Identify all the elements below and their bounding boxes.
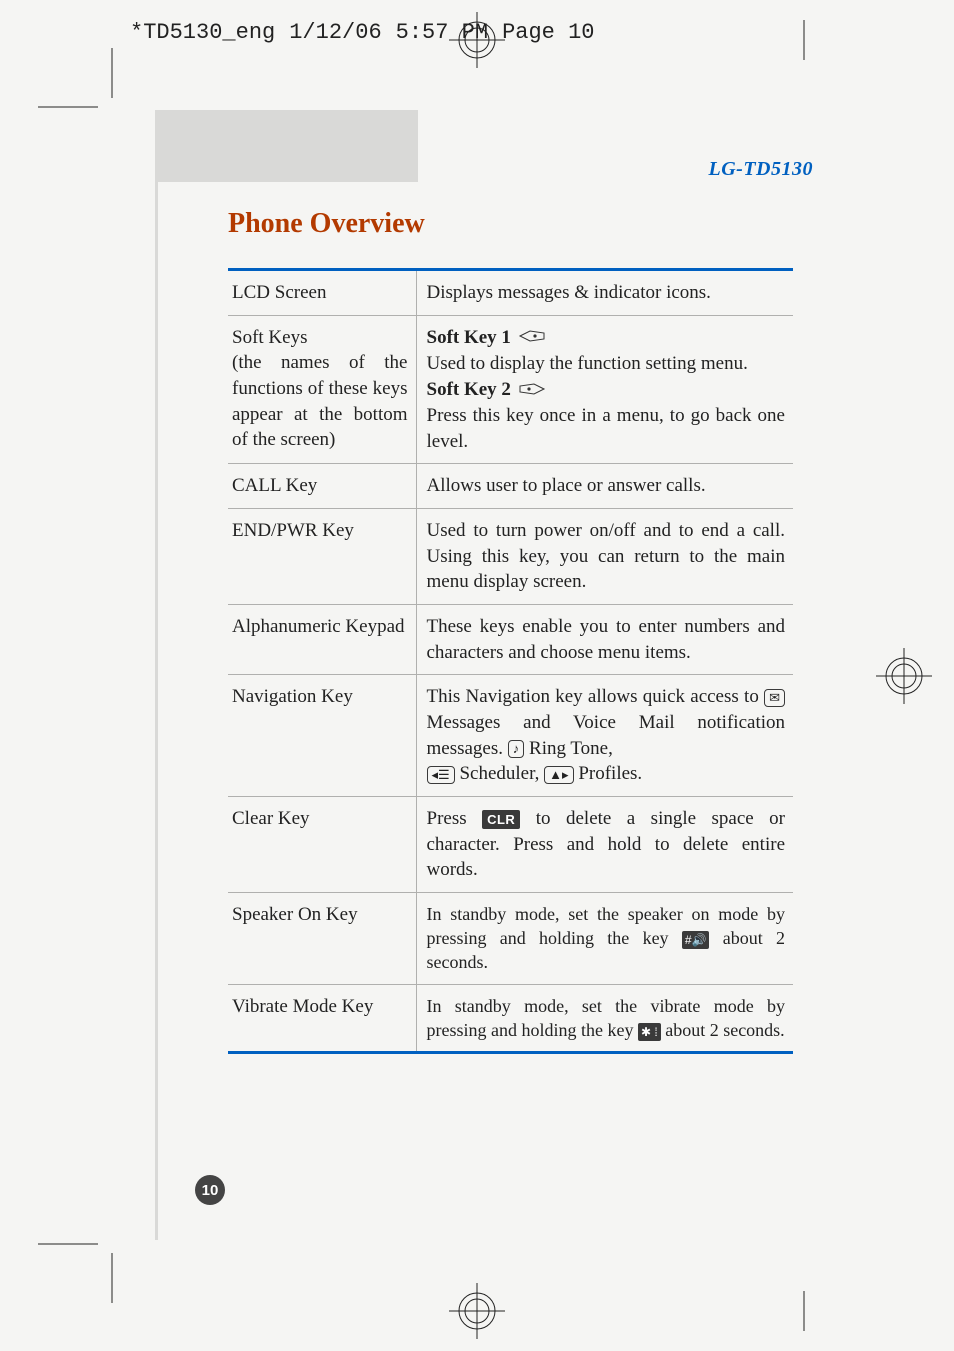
page-body: LG-TD5130 Phone Overview LCD Screen Disp… — [155, 110, 865, 1240]
clr-key-icon: CLR — [482, 810, 520, 830]
crop-mark-icon — [38, 1242, 98, 1246]
profiles-icon: ▲▸ — [544, 766, 573, 784]
crop-mark-icon — [110, 1253, 114, 1303]
crop-mark-icon — [110, 48, 114, 98]
row-label: Speaker On Key — [228, 892, 416, 984]
row-label: LCD Screen — [228, 270, 416, 316]
table-row: Speaker On Key In standby mode, set the … — [228, 892, 793, 984]
table-row: Vibrate Mode Key In standby mode, set th… — [228, 984, 793, 1053]
nav-intro: This Navigation key allows quick access … — [427, 686, 759, 707]
row-desc: Press CLR to delete a single space or ch… — [416, 796, 793, 892]
crop-header: *TD5130_eng 1/12/06 5:57 PM Page 10 — [130, 20, 595, 45]
registration-mark-icon — [874, 646, 934, 706]
envelope-icon: ✉ — [764, 689, 785, 707]
row-desc: These keys enable you to enter numbers a… — [416, 605, 793, 675]
crop-date: 1/12/06 — [289, 20, 381, 45]
page-number-badge: 10 — [195, 1175, 225, 1205]
table-row: CALL Key Allows user to place or answer … — [228, 464, 793, 509]
row-desc: In standby mode, set the speaker on mode… — [416, 892, 793, 984]
softkey2-desc: Press this key once in a menu, to go bac… — [427, 405, 786, 452]
crop-filename: *TD5130_eng — [130, 20, 275, 45]
star-key-icon: ✱ ⁞ — [638, 1023, 661, 1041]
row-desc: This Navigation key allows quick access … — [416, 675, 793, 797]
section-title: Phone Overview — [228, 208, 425, 240]
crop-mark-icon — [784, 1291, 824, 1331]
registration-mark-icon — [447, 1281, 507, 1341]
table-row: Navigation Key This Navigation key allow… — [228, 675, 793, 797]
nav-ringtone: Ring Tone, — [524, 738, 613, 759]
registration-mark-icon — [447, 10, 507, 70]
row-label: Clear Key — [228, 796, 416, 892]
table-row: Clear Key Press CLR to delete a single s… — [228, 796, 793, 892]
softkey1-desc: Used to display the function setting men… — [427, 353, 748, 374]
nav-scheduler: Scheduler, — [455, 763, 544, 784]
row-label: CALL Key — [228, 464, 416, 509]
nav-profiles: Profiles. — [574, 763, 643, 784]
clear-pre: Press — [427, 808, 483, 829]
page-tab-block — [158, 110, 418, 182]
row-desc: Displays messages & indicator icons. — [416, 270, 793, 316]
crop-mark-icon — [38, 105, 98, 109]
scheduler-icon: ◂☰ — [427, 766, 455, 784]
softkey-left-icon — [518, 325, 546, 351]
row-desc: Used to turn power on/off and to end a c… — [416, 509, 793, 605]
softkey-right-icon — [518, 378, 546, 404]
crop-mark-icon — [784, 20, 824, 60]
table-row: Alphanumeric Keypad These keys enable yo… — [228, 605, 793, 675]
table-row: Soft Keys (the names of the functions of… — [228, 315, 793, 464]
row-label: Alphanumeric Keypad — [228, 605, 416, 675]
row-label: Soft Keys (the names of the functions of… — [228, 315, 416, 464]
crop-page: Page 10 — [502, 20, 594, 45]
table-row: LCD Screen Displays messages & indicator… — [228, 270, 793, 316]
row-label: Vibrate Mode Key — [228, 984, 416, 1053]
hash-key-icon: #🔊 — [682, 931, 710, 949]
row-desc: Soft Key 1 Used to display the function … — [416, 315, 793, 464]
row-desc: In standby mode, set the vibrate mode by… — [416, 984, 793, 1053]
softkey1-label: Soft Key 1 — [427, 327, 511, 348]
model-label: LG-TD5130 — [709, 158, 813, 181]
row-desc: Allows user to place or answer calls. — [416, 464, 793, 509]
overview-table: LCD Screen Displays messages & indicator… — [228, 268, 793, 1054]
row-label: Navigation Key — [228, 675, 416, 797]
row-label: END/PWR Key — [228, 509, 416, 605]
table-row: END/PWR Key Used to turn power on/off an… — [228, 509, 793, 605]
ringtone-icon: ♪ — [508, 740, 525, 758]
softkey2-label: Soft Key 2 — [427, 379, 511, 400]
vibrate-post: about 2 seconds. — [661, 1020, 785, 1040]
